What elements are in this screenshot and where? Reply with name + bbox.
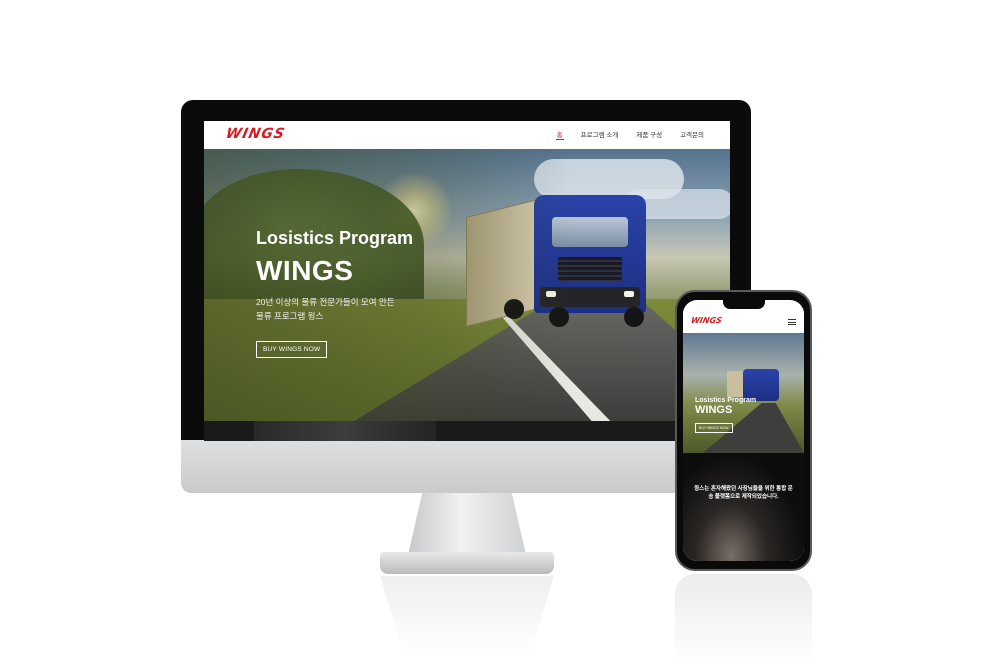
hero-title: WINGS <box>256 255 354 286</box>
imac-chin <box>181 440 751 493</box>
next-section-preview <box>204 421 730 441</box>
nav-item-program-intro[interactable]: 프로그램 소개 <box>581 129 619 139</box>
site-header: WINGS 홈 프로그램 소개 제품 구성 고객문의 <box>204 121 730 149</box>
mobile-wings-logo[interactable]: WINGS <box>690 316 723 325</box>
mobile-header: WINGS <box>683 309 804 333</box>
wings-logo[interactable]: WINGS <box>224 126 286 142</box>
nav-item-contact[interactable]: 고객문의 <box>680 129 704 139</box>
mobile-hero: Losistics Program WINGS BUY WINGS NOW <box>683 333 804 453</box>
mobile-intro-section: 윙스는 혼자해왔던 사장님들을 위한 통합 운송 플랫폼으로 제작되었습니다. <box>683 453 804 561</box>
mobile-intro-title: 윙스는 혼자해왔던 사장님들을 위한 통합 운송 플랫폼으로 제작되었습니다. <box>694 486 793 500</box>
hero-text: Losistics Program WINGS 20년 이상의 물류 전문가들이… <box>256 228 413 358</box>
mobile-hero-text: Losistics Program WINGS BUY WINGS NOW <box>695 395 756 434</box>
nav-item-product[interactable]: 제품 구성 <box>636 129 662 139</box>
mobile-hero-subtitle: Losistics Program <box>695 397 757 404</box>
section-image <box>254 421 436 441</box>
phone-reflection <box>675 574 812 666</box>
hero-description: 20년 이상의 물류 전문가들이 모여 만든 물류 프로그램 윙스 <box>256 297 395 321</box>
mobile-buy-wings-button[interactable]: BUY WINGS NOW <box>695 423 733 433</box>
desktop-screen: WINGS 홈 프로그램 소개 제품 구성 고객문의 Losistics Pro… <box>204 121 730 441</box>
buy-wings-button[interactable]: BUY WINGS NOW <box>256 341 328 358</box>
main-nav: 홈 프로그램 소개 제품 구성 고객문의 <box>555 129 704 140</box>
hero-subtitle: Losistics Program <box>256 228 414 248</box>
mobile-hero-title: WINGS <box>695 404 733 416</box>
mobile-screen: WINGS Losistics Program WINGS BUY WINGS … <box>683 300 804 561</box>
mockup-stage: WINGS 홈 프로그램 소개 제품 구성 고객문의 Losistics Pro… <box>0 0 1000 666</box>
imac-stand-neck <box>408 493 526 555</box>
hero-banner: Losistics Program WINGS 20년 이상의 물류 전문가들이… <box>204 149 730 421</box>
imac-stand-foot <box>380 552 554 574</box>
hamburger-menu-icon[interactable] <box>788 319 796 325</box>
nav-item-home[interactable]: 홈 <box>555 129 564 140</box>
imac-reflection <box>380 576 554 656</box>
phone-frame: WINGS Losistics Program WINGS BUY WINGS … <box>675 290 812 571</box>
phone-notch <box>723 300 765 309</box>
